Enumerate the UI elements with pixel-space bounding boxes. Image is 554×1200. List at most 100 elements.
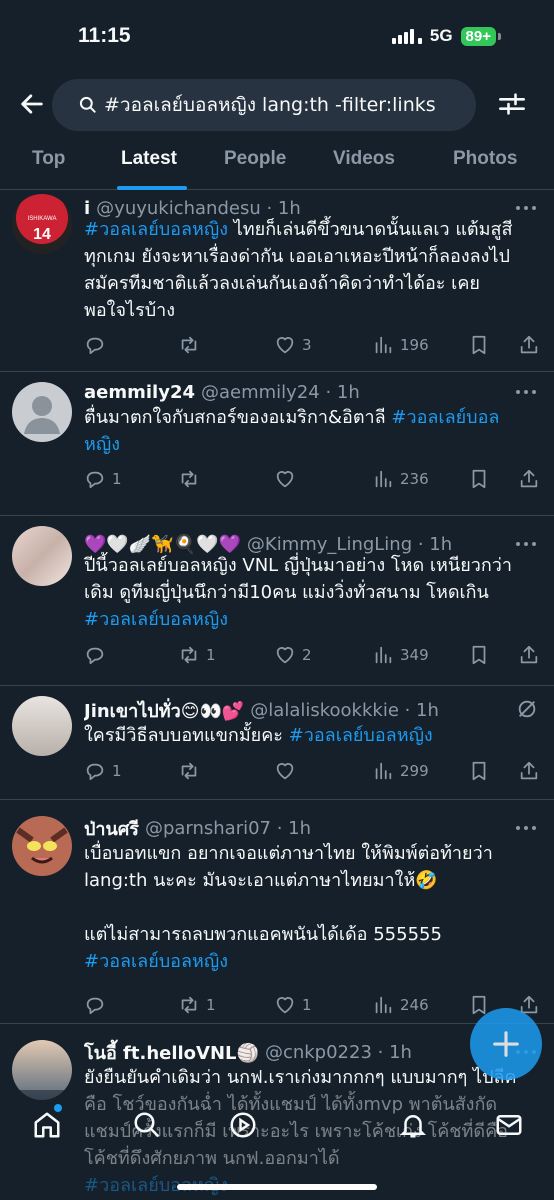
share-button[interactable] <box>518 468 540 490</box>
retweet-button[interactable] <box>178 760 206 782</box>
bookmark-button[interactable] <box>468 644 490 666</box>
compose-button[interactable] <box>470 1008 542 1080</box>
views-button[interactable]: 349 <box>372 644 429 666</box>
retweet-button[interactable] <box>178 468 206 490</box>
tweet-line: ตื่นมาตกใจกับสกอร์ของอเมริกา&อิตาลี #วอล… <box>84 404 540 431</box>
tweet-header: ป่านศรี @parnshari07 · 1h <box>84 814 530 842</box>
reply-button[interactable] <box>84 994 112 1016</box>
author-name[interactable]: aemmily24 <box>84 382 195 403</box>
avatar[interactable]: 14 ISHIKAWA <box>12 194 72 254</box>
more-options-icon[interactable] <box>514 385 538 399</box>
tweet-header: โนอี้ ft.helloVNL🏐 @cnkp0223 · 1h <box>84 1038 530 1066</box>
back-arrow-icon[interactable] <box>18 90 46 118</box>
bookmark-button[interactable] <box>468 334 490 356</box>
views-button[interactable]: 246 <box>372 994 429 1016</box>
retweet-count: 1 <box>206 996 216 1014</box>
hashtag-link[interactable]: #วอลเลย์บอล <box>391 407 499 428</box>
tweet-item[interactable]: aemmily24 @aemmily24 · 1h ตื่นมาตกใจกับสกอ… <box>0 372 554 516</box>
author-name[interactable]: โนอี้ ft.helloVNL🏐 <box>84 1038 259 1066</box>
more-options-icon[interactable] <box>514 821 538 835</box>
avatar-jersey-name: ISHIKAWA <box>27 216 57 222</box>
search-nav-icon[interactable] <box>132 1110 162 1140</box>
tab-videos[interactable]: Videos <box>333 148 395 170</box>
share-button[interactable] <box>518 644 540 666</box>
retweet-icon <box>181 996 197 1014</box>
bookmark-button[interactable] <box>468 760 490 782</box>
like-button[interactable] <box>274 468 302 490</box>
tweet-line: ปีนี้วอลเลย์บอลหญิง VNL ญี่ปุ่นมาอย่าง โ… <box>84 552 540 579</box>
retweet-button[interactable] <box>178 334 206 356</box>
search-tabs: Top Latest People Videos Photos <box>0 134 554 190</box>
tweet-item[interactable]: ป่านศรี @parnshari07 · 1h เบื่อบอทแขก อยาก… <box>0 800 554 1024</box>
like-button[interactable]: 1 <box>274 994 312 1016</box>
search-input[interactable]: #วอลเลย์บอลหญิง lang:th -filter:links <box>52 79 476 131</box>
tab-top[interactable]: Top <box>32 148 65 170</box>
author-name[interactable]: ป่านศรี <box>84 814 139 842</box>
share-icon <box>520 335 538 354</box>
grok-icon[interactable] <box>228 1110 258 1140</box>
avatar[interactable] <box>12 382 72 442</box>
hashtag-link[interactable]: #วอลเลย์บอลหญิง <box>84 609 228 630</box>
status-time: 11:15 <box>78 24 131 47</box>
tweet-item[interactable]: 14 ISHIKAWA i @yuyukichandesu · 1h #วอลเลย์บ… <box>0 190 554 372</box>
views-button[interactable]: 196 <box>372 334 429 356</box>
tweet-line: ใครมีวิธีลบบอทแขกมั้ยคะ #วอลเลย์บอลหญิง <box>84 722 540 749</box>
author-handle[interactable]: @lalaliskookkkie · 1h <box>250 700 439 721</box>
filter-settings-icon[interactable] <box>498 90 526 118</box>
share-button[interactable] <box>518 760 540 782</box>
messages-icon[interactable] <box>494 1110 524 1140</box>
reply-button[interactable] <box>84 644 112 666</box>
tab-photos[interactable]: Photos <box>453 148 517 170</box>
author-handle[interactable]: @cnkp0223 · 1h <box>265 1042 412 1063</box>
author-handle[interactable]: @parnshari07 · 1h <box>145 818 311 839</box>
avatar[interactable] <box>12 526 72 586</box>
like-button[interactable]: 3 <box>274 334 312 356</box>
avatar[interactable] <box>12 816 72 876</box>
retweet-icon <box>181 646 197 664</box>
tweet-text: #วอลเลย์บอลหญิง ไทยก็เล่นดีขึ้วขนาดนั้นแ… <box>84 216 540 324</box>
hashtag-link[interactable]: #วอลเลย์บอลหญิง <box>84 219 228 240</box>
views-chart-icon <box>375 470 392 488</box>
notifications-bell-icon[interactable] <box>398 1110 428 1140</box>
share-icon <box>520 469 538 488</box>
bookmark-icon <box>472 469 486 489</box>
hashtag-link[interactable]: หญิง <box>84 434 120 455</box>
reply-button[interactable] <box>84 334 112 356</box>
tweet-line: เดิม ดูทีมญี่ปุ่นนึกว่ามี10คน แม่งวิ่งทั… <box>84 579 540 606</box>
heart-icon <box>276 763 294 780</box>
more-options-icon[interactable] <box>514 537 538 551</box>
home-icon[interactable] <box>32 1110 62 1140</box>
author-name[interactable]: Jinเขาไปทั่ว😊👀💕 <box>84 696 244 724</box>
share-button[interactable] <box>518 334 540 356</box>
tweet-line: แต่ไม่สามารถลบพวกแอคพนันได้เด้อ 555555 <box>84 921 540 948</box>
tweet-text-segment: พอใจไรบ้าง <box>84 300 176 321</box>
author-handle[interactable]: @aemmily24 · 1h <box>201 382 360 403</box>
like-button[interactable]: 2 <box>274 644 312 666</box>
hashtag-link[interactable]: #วอลเลย์บอลหญิง <box>289 725 433 746</box>
tab-people[interactable]: People <box>224 148 286 170</box>
retweet-button[interactable]: 1 <box>178 644 216 666</box>
retweet-count: 1 <box>206 646 216 664</box>
tweet-actions: 1 299 <box>84 760 540 786</box>
like-button[interactable] <box>274 760 302 782</box>
network-type: 5G <box>429 26 453 45</box>
tweet-item[interactable]: 💜🤍🪽🦮🍳🤍💜 @Kimmy_LingLing · 1h ปีนี้วอลเลย์บ… <box>0 516 554 686</box>
views-button[interactable]: 236 <box>372 468 429 490</box>
reply-button[interactable]: 1 <box>84 760 122 782</box>
reply-button[interactable]: 1 <box>84 468 122 490</box>
grok-analyze-icon[interactable] <box>516 698 538 720</box>
views-button[interactable]: 299 <box>372 760 429 782</box>
tweet-line: #วอลเลย์บอลหญิง <box>84 948 540 975</box>
tab-latest[interactable]: Latest <box>121 148 177 170</box>
hashtag-link[interactable]: #วอลเลย์บอลหญิง <box>84 951 228 972</box>
share-icon <box>520 645 538 664</box>
bookmark-button[interactable] <box>468 468 490 490</box>
avatar[interactable] <box>12 696 72 756</box>
tweet-text-segment: เดิม ดูทีมญี่ปุ่นนึกว่ามี10คน แม่งวิ่งทั… <box>84 582 489 603</box>
tweet-item[interactable]: Jinเขาไปทั่ว😊👀💕 @lalaliskookkkie · 1h ใครม… <box>0 686 554 800</box>
tweet-line: lang:th นะคะ มันจะเอาแต่ภาษาไทยมาให้🤣 <box>84 867 540 894</box>
more-options-icon[interactable] <box>514 201 538 215</box>
views-count: 246 <box>400 996 429 1014</box>
tweet-text-segment: ปีนี้วอลเลย์บอลหญิง VNL ญี่ปุ่นมาอย่าง โ… <box>84 555 512 576</box>
retweet-button[interactable]: 1 <box>178 994 216 1016</box>
